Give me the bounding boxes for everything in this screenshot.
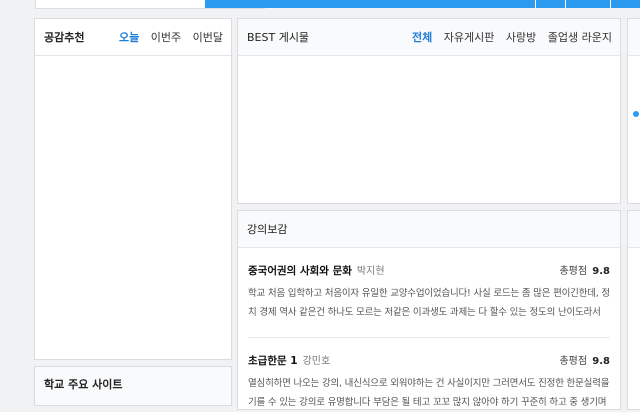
tab-today[interactable]: 오늘 <box>119 31 139 44</box>
tab-graduate-lounge[interactable]: 졸업생 라운지 <box>548 31 612 44</box>
review-text: 열심히하면 나오는 강의, 내신식으로 외워야하는 건 사실이지만 그러면서도 … <box>248 378 610 408</box>
tab-all[interactable]: 전체 <box>412 31 432 44</box>
review-professor: 박지현 <box>356 266 385 277</box>
review-course-title[interactable]: 중국어권의 사회와 문화 박지현 <box>248 262 385 278</box>
top-banner[interactable] <box>205 0 640 8</box>
tab-sarangbang[interactable]: 사랑방 <box>506 31 536 44</box>
right-panel-bottom-header <box>628 211 640 248</box>
top-strip <box>0 0 640 10</box>
review-course-title[interactable]: 초급한문 1 강민호 <box>248 352 330 368</box>
review-text: 학교 처음 입학하고 처음이자 유일한 교양수업이었습니다! 사실 로드는 좀 … <box>248 288 610 318</box>
tab-this-week[interactable]: 이번주 <box>151 31 181 44</box>
review-title-row: 초급한문 1 강민호 총평점 9.8 <box>248 352 610 370</box>
empathy-recommend-header: 공감추천 오늘 이번주 이번달 <box>35 19 231 56</box>
lecture-review-title: 강의보감 <box>247 223 288 236</box>
best-posts-panel: BEST 게시물 전체 자유게시판 사랑방 졸업생 라운지 <box>237 18 621 204</box>
review-divider <box>248 337 610 338</box>
right-panel-bottom <box>627 210 640 410</box>
school-sites-title: 학교 주요 사이트 <box>44 378 123 391</box>
tab-this-month[interactable]: 이번달 <box>193 31 223 44</box>
review-title-row: 중국어권의 사회와 문화 박지현 총평점 9.8 <box>248 262 610 280</box>
best-posts-header: BEST 게시물 전체 자유게시판 사랑방 졸업생 라운지 <box>238 19 620 56</box>
right-panel-top-header <box>628 19 640 56</box>
review-item[interactable]: 초급한문 1 강민호 총평점 9.8 열심히하면 나오는 강의, 내신식으로 외워… <box>248 352 610 412</box>
review-score: 총평점 9.8 <box>559 266 610 277</box>
right-panel-top-accent <box>633 111 639 117</box>
lecture-review-panel: 강의보감 중국어권의 사회와 문화 박지현 총평점 9.8 학교 처음 입학하고 … <box>237 210 621 410</box>
review-score: 총평점 9.8 <box>559 356 610 367</box>
best-posts-tabs: 전체 자유게시판 사랑방 졸업생 라운지 <box>404 29 612 45</box>
best-posts-title: BEST 게시물 <box>247 31 310 44</box>
right-panel-top <box>627 18 640 204</box>
review-item[interactable]: 중국어권의 사회와 문화 박지현 총평점 9.8 학교 처음 입학하고 처음이자 … <box>248 262 610 322</box>
empathy-recommend-title: 공감추천 <box>44 31 85 44</box>
lecture-review-header: 강의보감 <box>238 211 620 248</box>
school-sites-panel: 학교 주요 사이트 <box>34 366 232 406</box>
tab-free-board[interactable]: 자유게시판 <box>444 31 495 44</box>
empathy-recommend-panel: 공감추천 오늘 이번주 이번달 <box>34 18 232 360</box>
empathy-recommend-tabs: 오늘 이번주 이번달 <box>111 29 223 45</box>
review-professor: 강민호 <box>302 356 331 367</box>
